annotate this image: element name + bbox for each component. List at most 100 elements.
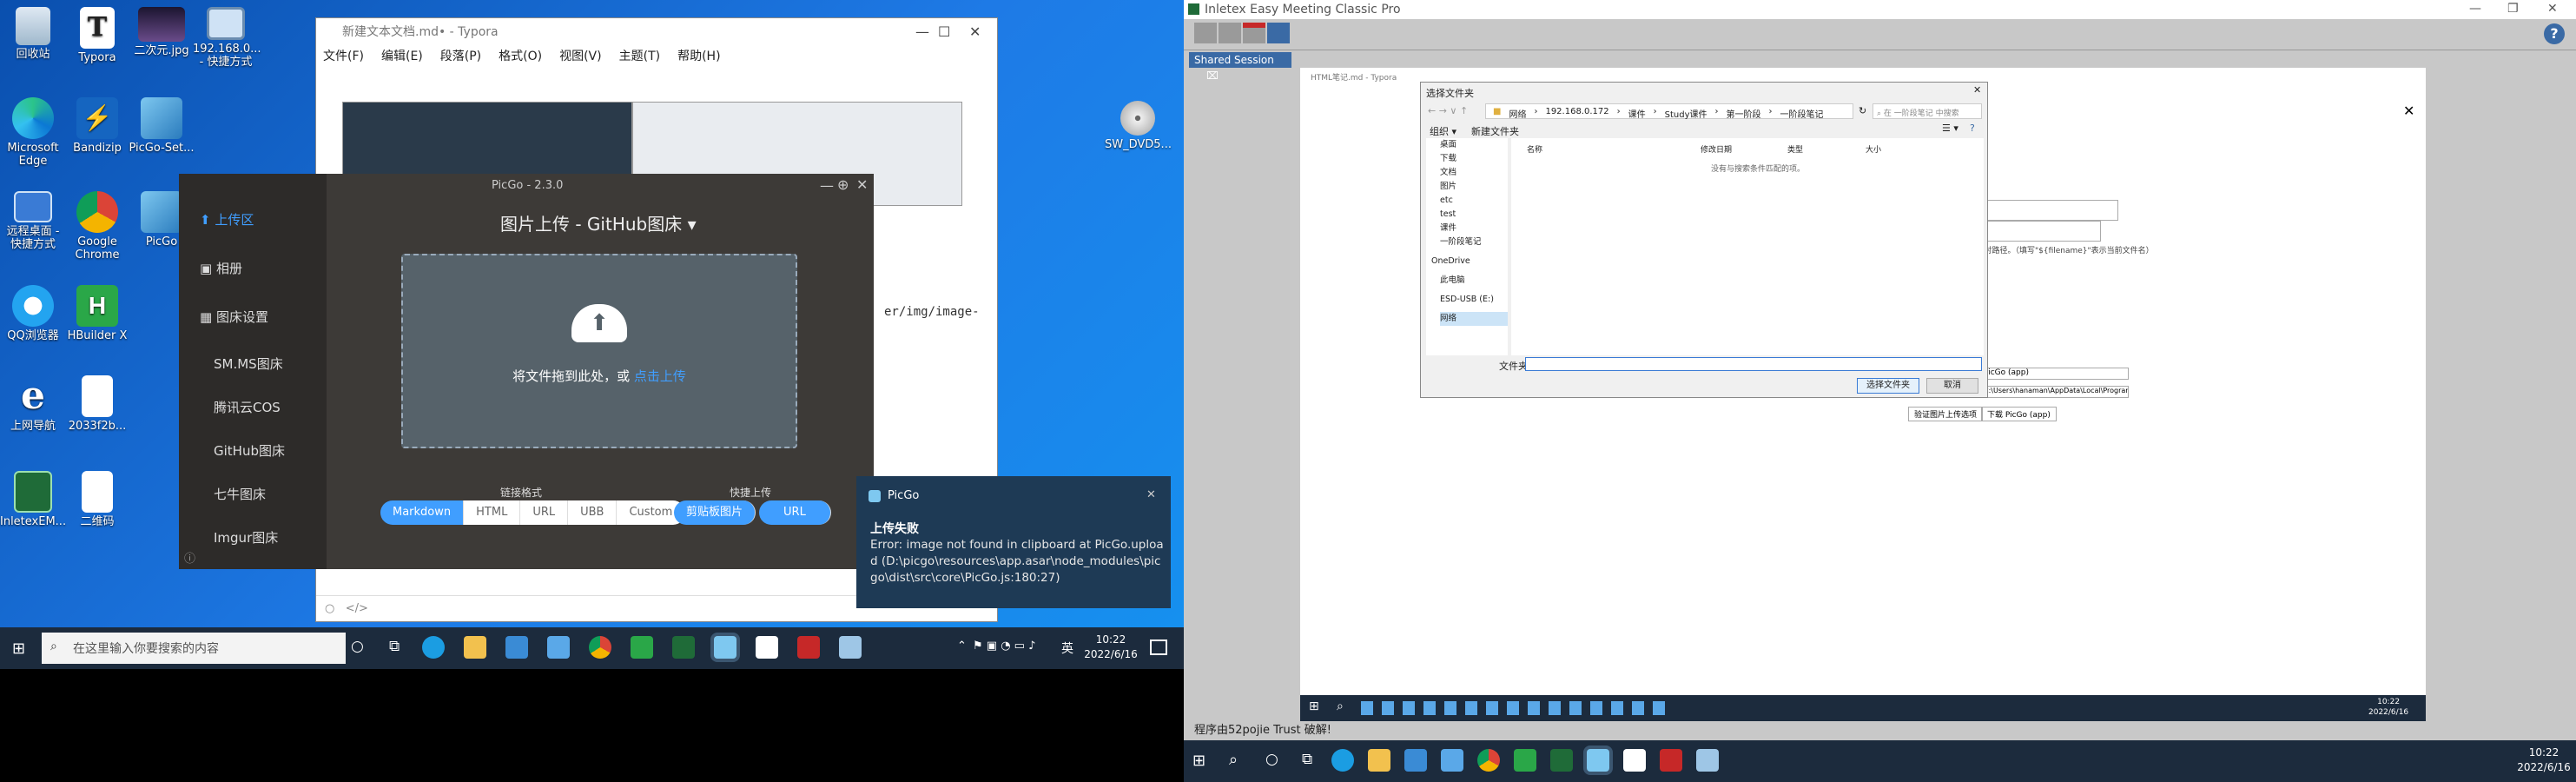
menu-view[interactable]: 视图(V) bbox=[559, 47, 602, 64]
column-size[interactable]: 大小 bbox=[1866, 143, 1881, 155]
column-name[interactable]: 名称 bbox=[1527, 143, 1542, 155]
help-icon[interactable]: ? bbox=[2544, 23, 2565, 44]
format-html[interactable]: HTML bbox=[464, 500, 521, 525]
close-icon[interactable]: ⌧ bbox=[1206, 70, 1219, 82]
typora-icon[interactable] bbox=[1623, 749, 1646, 772]
help-icon[interactable]: ? bbox=[1970, 123, 1975, 134]
input-language[interactable]: 英 bbox=[1061, 640, 1073, 657]
desktop-icon-picgo-setup[interactable]: PicGo-Set... bbox=[129, 97, 195, 155]
nav-arrows[interactable]: ← → ∨ ↑ bbox=[1428, 105, 1468, 116]
task-view-icon[interactable]: ⧉ bbox=[1302, 751, 1312, 768]
toolbar-button-3[interactable] bbox=[1243, 23, 1265, 43]
desktop-icon-inletex[interactable]: InletexEM... bbox=[0, 471, 66, 528]
dialog-search[interactable]: ⌕ 在 一阶段笔记 中搜索 bbox=[1873, 103, 1982, 119]
task-view-icon[interactable]: ⧉ bbox=[389, 638, 400, 655]
clock[interactable]: 10:22 2022/6/16 bbox=[2516, 746, 2572, 775]
select-folder-button[interactable]: 选择文件夹 bbox=[1857, 378, 1919, 394]
uploader-select[interactable]: PicGo (app) bbox=[1981, 368, 2129, 380]
download-picgo-button[interactable]: 下载 PicGo (app) bbox=[1981, 407, 2057, 421]
view-options-icon[interactable]: ☰ ▾ bbox=[1942, 123, 1958, 134]
menu-format[interactable]: 格式(O) bbox=[499, 47, 542, 64]
close-icon[interactable]: ✕ bbox=[969, 23, 981, 40]
close-icon[interactable]: ✕ bbox=[2547, 2, 2558, 16]
folder-input[interactable] bbox=[1525, 357, 1982, 371]
tree-item[interactable]: 图片 bbox=[1440, 180, 1508, 194]
tray-chevron-icon[interactable]: ⌃ bbox=[957, 640, 967, 653]
maximize-icon[interactable]: ❐ bbox=[2507, 2, 2519, 16]
tree-item[interactable]: 网络 bbox=[1440, 312, 1508, 326]
desktop-icon-chrome[interactable]: Google Chrome bbox=[64, 191, 130, 262]
uploader-path[interactable]: C:\Users\hanaman\AppData\Local\Programs bbox=[1981, 386, 2129, 398]
cortana-icon[interactable]: ○ bbox=[351, 638, 364, 655]
info-icon[interactable]: ⓘ bbox=[184, 549, 195, 566]
tree-item[interactable]: test bbox=[1440, 208, 1508, 222]
desktop-icon-recycle-bin[interactable]: 回收站 bbox=[0, 7, 66, 61]
taskbar-search[interactable]: ⌕ 在这里输入你要搜索的内容 bbox=[42, 633, 346, 664]
menu-help[interactable]: 帮助(H) bbox=[677, 47, 720, 64]
remote-clock[interactable]: 10:22 2022/6/16 bbox=[2368, 697, 2408, 718]
vivaldi-icon[interactable] bbox=[1660, 749, 1682, 772]
minimize-icon[interactable]: — bbox=[915, 23, 929, 40]
column-modified[interactable]: 修改日期 bbox=[1701, 143, 1732, 155]
picgo-icon[interactable] bbox=[714, 636, 736, 659]
edge-icon[interactable] bbox=[1331, 749, 1354, 772]
search-icon[interactable]: ⌕ bbox=[1229, 751, 1238, 769]
clipboard-upload-button[interactable]: 剪贴板图片 bbox=[674, 500, 756, 525]
menu-file[interactable]: 文件(F) bbox=[323, 47, 364, 64]
desktop-icon-qq-browser[interactable]: QQ浏览器 bbox=[0, 285, 66, 342]
windows-start-icon[interactable]: ⊞ bbox=[1192, 752, 1205, 770]
sidebar-item-github[interactable]: GitHub图床 bbox=[214, 441, 285, 460]
sidebar-item-qiniu[interactable]: 七牛图床 bbox=[214, 485, 266, 503]
sidebar-item-gallery[interactable]: ▣ 相册 bbox=[200, 259, 242, 277]
typora-titlebar[interactable]: 新建文本文档.md• - Typora bbox=[316, 18, 997, 44]
windows-start-icon[interactable]: ⊞ bbox=[12, 640, 25, 658]
toolbar-button-4[interactable] bbox=[1267, 23, 1290, 43]
maximize-icon[interactable]: ☐ bbox=[938, 23, 950, 40]
sidebar-item-smms[interactable]: SM.MS图床 bbox=[214, 355, 283, 373]
file-explorer-icon[interactable] bbox=[1368, 749, 1390, 772]
click-upload-link[interactable]: 点击上传 bbox=[634, 368, 686, 384]
windows-start-icon[interactable]: ⊞ bbox=[1309, 699, 1319, 713]
tree-item[interactable]: 课件 bbox=[1440, 222, 1508, 235]
desktop-icon-ie[interactable]: e 上网导航 bbox=[0, 375, 66, 434]
verify-upload-button[interactable]: 验证图片上传选项 bbox=[1908, 407, 1984, 421]
url-upload-button[interactable]: URL bbox=[759, 500, 831, 525]
vivaldi-icon[interactable] bbox=[797, 636, 820, 659]
sidebar-item-imgur[interactable]: Imgur图床 bbox=[214, 528, 278, 547]
upload-header[interactable]: 图片上传 - GitHub图床 ▾ bbox=[500, 210, 697, 235]
desktop-icon-image[interactable]: 二次元.jpg bbox=[129, 7, 195, 57]
remote-screen[interactable]: HTML笔记.md - Typora ✕ 设置路径 [Filename] 对路径… bbox=[1300, 68, 2426, 695]
remote-desktop-icon[interactable] bbox=[1696, 749, 1719, 772]
mail-icon[interactable] bbox=[547, 636, 570, 659]
minimize-icon[interactable]: — bbox=[820, 177, 834, 194]
refresh-icon[interactable]: ↻ bbox=[1859, 105, 1866, 116]
desktop-icon-edge[interactable]: Microsoft Edge bbox=[0, 97, 66, 168]
sidebar-item-tencent[interactable]: 腾讯云COS bbox=[214, 398, 281, 416]
organize-button[interactable]: 组织 ▾ bbox=[1430, 124, 1456, 138]
file-list[interactable]: 名称 修改日期 类型 大小 没有与搜索条件匹配的项。 bbox=[1511, 138, 1984, 355]
select-folder-dialog[interactable]: 选择文件夹 ✕ ← → ∨ ↑ ■ 网络 › 192.168.0.172 › 课件 ›… bbox=[1420, 82, 1988, 398]
menu-theme[interactable]: 主题(T) bbox=[619, 47, 660, 64]
address-bar[interactable]: ■ 网络 › 192.168.0.172 › 课件 › Study课件 › 第一阶段 › … bbox=[1485, 103, 1853, 120]
remote-taskbar-apps[interactable] bbox=[1361, 701, 1674, 715]
typora-icon[interactable] bbox=[756, 636, 778, 659]
close-icon[interactable]: ✕ bbox=[2403, 103, 2414, 119]
hbuilder-icon[interactable] bbox=[1514, 749, 1536, 772]
store-icon[interactable] bbox=[505, 636, 528, 659]
new-folder-button[interactable]: 新建文件夹 bbox=[1471, 124, 1519, 138]
tree-item[interactable]: 文档 bbox=[1440, 166, 1508, 180]
error-toast[interactable]: PicGo ✕ 上传失败 Error: image not found in c… bbox=[856, 476, 1171, 608]
sidebar-item-upload[interactable]: ⬆ 上传区 bbox=[200, 210, 254, 229]
minimize-icon[interactable]: — bbox=[2469, 2, 2481, 16]
tab-shared-session[interactable]: Shared Session ⌧ bbox=[1189, 52, 1291, 82]
clock[interactable]: 10:22 2022/6/16 bbox=[1082, 633, 1139, 662]
close-icon[interactable]: ✕ bbox=[1146, 488, 1156, 501]
inletex-icon[interactable] bbox=[672, 636, 695, 659]
tree-item[interactable]: 一阶段笔记 bbox=[1440, 235, 1508, 249]
format-markdown[interactable]: Markdown bbox=[380, 500, 465, 525]
desktop-icon-hbuilder[interactable]: H HBuilder X bbox=[64, 285, 130, 342]
upload-dropzone[interactable]: ⬆ 将文件拖到此处，或 点击上传 bbox=[401, 254, 797, 448]
menu-paragraph[interactable]: 段落(P) bbox=[440, 47, 481, 64]
meeting-titlebar[interactable]: Inletex Easy Meeting Classic Pro — ❐ ✕ bbox=[1184, 0, 2576, 19]
desktop-icon-file[interactable]: 2033f2b... bbox=[64, 375, 130, 433]
